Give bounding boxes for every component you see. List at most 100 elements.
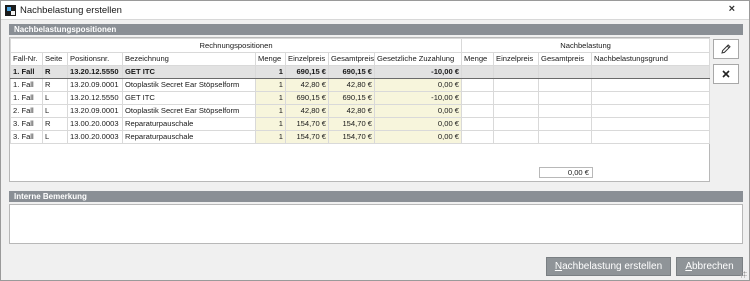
table-cell-einzelpreis: 42,80 € xyxy=(285,104,329,118)
table-cell-einzelpreis: 154,70 € xyxy=(285,117,329,131)
table-cell-bezeichnung: GET ITC xyxy=(122,91,256,105)
table-cell-nb-grund[interactable] xyxy=(591,78,711,92)
column-header-nb-einzelpreis[interactable]: Einzelpreis xyxy=(493,52,540,66)
resize-grip[interactable] xyxy=(740,271,747,278)
cancel-button[interactable]: Abbrechen xyxy=(676,257,743,276)
table-row[interactable]: 1. Fall L 13.20.12.5550 GET ITC 1 690,15 €690… xyxy=(10,91,711,105)
table-cell-seite: R xyxy=(42,65,68,79)
table-cell-gesamtpreis: 154,70 € xyxy=(328,130,375,144)
table-cell-seite: R xyxy=(42,117,68,131)
table-cell-zuzahlung: -10,00 € xyxy=(373,65,463,79)
table-cell-nb-grund[interactable] xyxy=(591,130,711,144)
table-cell-fall-nr: 1. Fall xyxy=(10,65,43,79)
column-header-seite[interactable]: Seite xyxy=(42,52,68,66)
column-header-menge[interactable]: Menge xyxy=(255,52,286,66)
table-cell-nb-gesamtpreis[interactable] xyxy=(538,65,593,79)
window-title: Nachbelastung erstellen xyxy=(20,5,122,16)
group-header-surcharge: Nachbelastung xyxy=(461,38,711,53)
create-button-mnemonic: N xyxy=(554,261,563,272)
table-cell-gesamtpreis: 690,15 € xyxy=(328,65,375,79)
table-cell-nb-grund[interactable] xyxy=(591,65,711,79)
table-row[interactable]: 3. Fall L 13.00.20.0003 Reparaturpauschale 1… xyxy=(10,130,711,144)
table-cell-nb-einzelpreis[interactable] xyxy=(493,78,540,92)
table-cell-nb-einzelpreis[interactable] xyxy=(493,65,540,79)
column-header-nb-menge[interactable]: Menge xyxy=(461,52,495,66)
table-cell-gesamtpreis: 42,80 € xyxy=(328,78,375,92)
column-header-gesamtpreis[interactable]: Gesamtpreis xyxy=(328,52,375,66)
app-logo-icon xyxy=(5,5,16,16)
table-cell-einzelpreis: 154,70 € xyxy=(285,130,329,144)
column-header-einzelpreis[interactable]: Einzelpreis xyxy=(285,52,329,66)
table-cell-seite: L xyxy=(42,130,68,144)
table-row[interactable]: 2. Fall L 13.20.09.0001 Otoplastik Secret E… xyxy=(10,104,711,118)
table-cell-nb-einzelpreis[interactable] xyxy=(493,91,540,105)
table-cell-bezeichnung: Reparaturpauschale xyxy=(122,130,256,144)
column-header-zuzahlung[interactable]: Gesetzliche Zuzahlung xyxy=(373,52,463,66)
table-cell-nb-menge[interactable] xyxy=(461,65,495,79)
table-cell-nb-grund[interactable] xyxy=(591,117,711,131)
table-cell-bezeichnung: GET ITC xyxy=(122,65,256,79)
edit-button[interactable] xyxy=(713,39,739,59)
pencil-icon xyxy=(721,44,731,54)
table-cell-positionsnr: 13.20.09.0001 xyxy=(67,78,123,92)
table-cell-fall-nr: 1. Fall xyxy=(10,91,43,105)
table-cell-bezeichnung: Otoplastik Secret Ear Stöpselform xyxy=(122,78,256,92)
table-cell-zuzahlung: 0,00 € xyxy=(373,117,463,131)
table-cell-menge: 1 xyxy=(255,78,286,92)
table-cell-menge: 1 xyxy=(255,91,286,105)
cancel-button-mnemonic: A xyxy=(685,261,692,272)
table-cell-fall-nr: 3. Fall xyxy=(10,117,43,131)
positions-table: Rechnungspositionen Nachbelastung Fall-N… xyxy=(9,38,711,144)
table-cell-fall-nr: 3. Fall xyxy=(10,130,43,144)
column-header-row: Fall-Nr. Seite Positionsnr. Bezeichnung Meng… xyxy=(10,52,711,66)
table-cell-nb-einzelpreis[interactable] xyxy=(493,104,540,118)
table-cell-bezeichnung: Otoplastik Secret Ear Stöpselform xyxy=(122,104,256,118)
table-cell-nb-gesamtpreis[interactable] xyxy=(538,78,593,92)
table-cell-nb-menge[interactable] xyxy=(461,104,495,118)
table-cell-nb-menge[interactable] xyxy=(461,78,495,92)
table-cell-seite: L xyxy=(42,104,68,118)
table-cell-zuzahlung: 0,00 € xyxy=(373,130,463,144)
table-row[interactable]: 3. Fall R 13.00.20.0003 Reparaturpauschale 1… xyxy=(10,117,711,131)
x-icon xyxy=(722,70,730,78)
table-cell-positionsnr: 13.20.12.5550 xyxy=(67,65,123,79)
cancel-button-label: bbrechen xyxy=(691,261,734,272)
table-cell-menge: 1 xyxy=(255,130,286,144)
create-surcharge-button[interactable]: Nachbelastung erstellen xyxy=(546,257,671,276)
remarks-textarea[interactable] xyxy=(9,204,743,244)
table-row[interactable]: 1. Fall R 13.20.12.5550 GET ITC 1 690,15 €690… xyxy=(10,65,711,79)
table-cell-nb-einzelpreis[interactable] xyxy=(493,130,540,144)
table-cell-menge: 1 xyxy=(255,104,286,118)
create-button-label: achbelastung erstellen xyxy=(562,261,663,272)
column-header-bezeichnung[interactable]: Bezeichnung xyxy=(122,52,256,66)
table-cell-nb-gesamtpreis[interactable] xyxy=(538,104,593,118)
column-header-positionsnr[interactable]: Positionsnr. xyxy=(67,52,123,66)
surcharge-total-field: 0,00 € xyxy=(539,167,593,178)
table-cell-gesamtpreis: 154,70 € xyxy=(328,117,375,131)
group-header-invoice-positions: Rechnungspositionen xyxy=(9,38,463,53)
table-cell-gesamtpreis: 42,80 € xyxy=(328,104,375,118)
table-cell-fall-nr: 1. Fall xyxy=(10,78,43,92)
section-header-remarks: Interne Bemerkung xyxy=(9,191,743,202)
delete-button[interactable] xyxy=(713,64,739,84)
table-cell-seite: R xyxy=(42,78,68,92)
table-cell-zuzahlung: -10,00 € xyxy=(373,91,463,105)
section-header-positions: Nachbelastungspositionen xyxy=(9,24,743,35)
table-cell-nb-menge[interactable] xyxy=(461,130,495,144)
column-header-nb-grund[interactable]: Nachbelastungsgrund xyxy=(591,52,711,66)
table-cell-nb-gesamtpreis[interactable] xyxy=(538,130,593,144)
table-cell-menge: 1 xyxy=(255,117,286,131)
table-cell-nb-menge[interactable] xyxy=(461,117,495,131)
table-cell-nb-einzelpreis[interactable] xyxy=(493,117,540,131)
table-row[interactable]: 1. Fall R 13.20.09.0001 Otoplastik Secret E… xyxy=(10,78,711,92)
column-header-fall-nr[interactable]: Fall-Nr. xyxy=(10,52,43,66)
column-header-nb-gesamtpreis[interactable]: Gesamtpreis xyxy=(538,52,593,66)
table-cell-nb-grund[interactable] xyxy=(591,91,711,105)
table-cell-nb-gesamtpreis[interactable] xyxy=(538,91,593,105)
close-button[interactable]: × xyxy=(729,3,735,15)
table-cell-positionsnr: 13.20.09.0001 xyxy=(67,104,123,118)
table-cell-nb-grund[interactable] xyxy=(591,104,711,118)
table-cell-einzelpreis: 690,15 € xyxy=(285,65,329,79)
table-cell-nb-menge[interactable] xyxy=(461,91,495,105)
table-cell-nb-gesamtpreis[interactable] xyxy=(538,117,593,131)
